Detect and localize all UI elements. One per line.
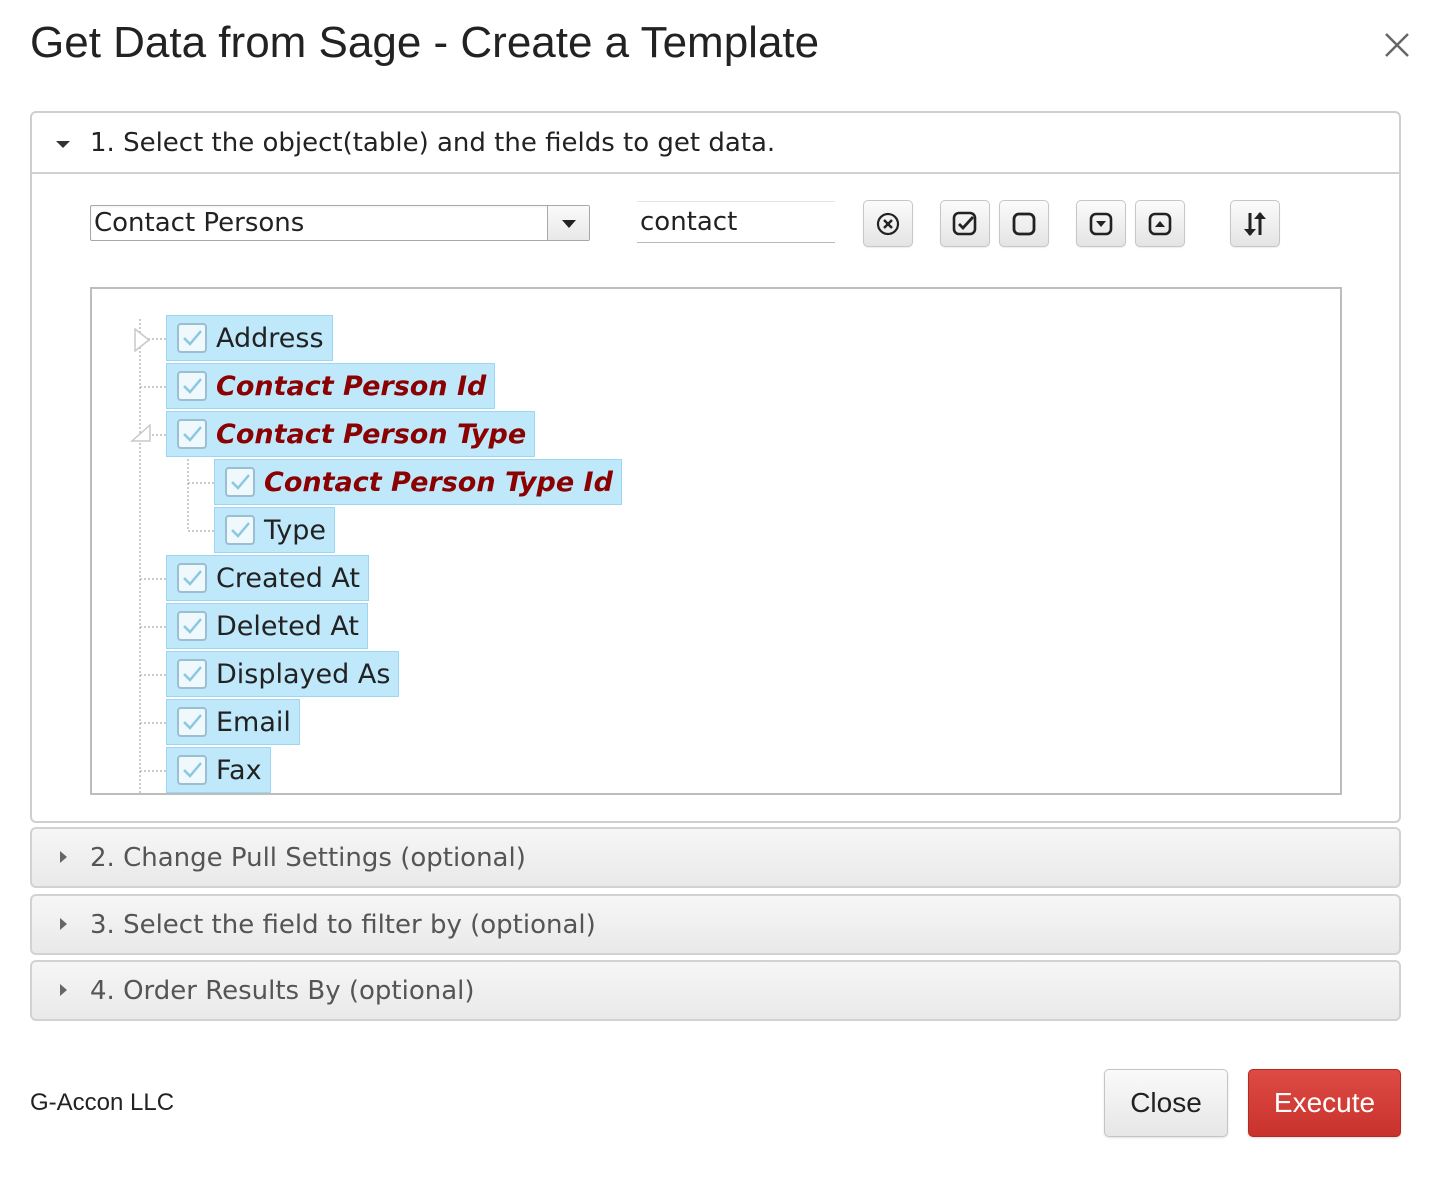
expand-all-icon bbox=[1089, 212, 1113, 235]
section-label: 4. Order Results By (optional) bbox=[90, 976, 475, 1006]
check-all-icon bbox=[952, 211, 977, 235]
checkbox-checked-icon[interactable] bbox=[176, 706, 208, 738]
expanded-arrow-icon bbox=[56, 141, 70, 148]
section-order-results[interactable]: 4. Order Results By (optional) bbox=[30, 960, 1401, 1021]
tree-node-address[interactable]: Address bbox=[166, 315, 333, 361]
collapse-all-icon bbox=[1148, 212, 1172, 235]
chevron-down-icon bbox=[562, 220, 576, 228]
collapsed-arrow-icon bbox=[60, 851, 67, 863]
execute-button[interactable]: Execute bbox=[1248, 1069, 1401, 1137]
checkbox-checked-icon[interactable] bbox=[176, 658, 208, 690]
uncheck-all-button[interactable] bbox=[999, 200, 1049, 247]
object-select-value: Contact Persons bbox=[94, 208, 305, 238]
tree-node-label: Contact Person Type Id bbox=[264, 466, 613, 498]
checkbox-checked-icon[interactable] bbox=[176, 418, 208, 450]
expanded-node-expander-icon bbox=[130, 423, 151, 442]
tree-node-fax[interactable]: Fax bbox=[166, 747, 271, 793]
tree-node-displayed-as[interactable]: Displayed As bbox=[166, 651, 400, 697]
clear-search-button[interactable] bbox=[863, 200, 913, 247]
collapse-all-button[interactable] bbox=[1135, 200, 1185, 247]
checkbox-checked-icon[interactable] bbox=[176, 610, 208, 642]
checkbox-checked-icon[interactable] bbox=[224, 466, 256, 498]
checkbox-checked-icon[interactable] bbox=[176, 322, 208, 354]
tree-node-label: Email bbox=[216, 706, 291, 738]
field-tree[interactable]: Address Contact Person Id Contact Person… bbox=[90, 287, 1342, 795]
dialog-title: Get Data from Sage - Create a Template bbox=[30, 18, 820, 67]
tree-node-label: Type bbox=[264, 514, 327, 546]
sort-button[interactable] bbox=[1230, 200, 1280, 247]
company-name: G-Accon LLC bbox=[30, 1089, 175, 1116]
section-label: 1. Select the object(table) and the fiel… bbox=[90, 128, 776, 158]
collapsed-arrow-icon bbox=[60, 918, 67, 930]
section-label: 3. Select the field to filter by (option… bbox=[90, 910, 596, 940]
tree-node-contact-person-type-id[interactable]: Contact Person Type Id bbox=[214, 459, 622, 505]
tree-node-label: Address bbox=[216, 322, 324, 354]
section-label: 2. Change Pull Settings (optional) bbox=[90, 843, 526, 873]
tree-node-label: Contact Person Type bbox=[216, 418, 527, 450]
checkbox-checked-icon[interactable] bbox=[176, 562, 208, 594]
tree-node-label: Created At bbox=[216, 562, 361, 594]
field-search-input[interactable] bbox=[637, 201, 835, 243]
section-header-select-object[interactable]: 1. Select the object(table) and the fiel… bbox=[32, 113, 1399, 174]
tree-node-created-at[interactable]: Created At bbox=[166, 555, 370, 601]
clear-search-icon bbox=[876, 212, 900, 235]
tree-node-label: Deleted At bbox=[216, 610, 360, 642]
uncheck-all-icon bbox=[1012, 212, 1036, 235]
section-select-object: 1. Select the object(table) and the fiel… bbox=[30, 111, 1401, 823]
checkbox-checked-icon[interactable] bbox=[176, 370, 208, 402]
sort-icon bbox=[1244, 211, 1266, 236]
section-filter-field[interactable]: 3. Select the field to filter by (option… bbox=[30, 894, 1401, 955]
check-all-button[interactable] bbox=[940, 200, 990, 247]
expand-all-button[interactable] bbox=[1076, 200, 1126, 247]
tree-node-email[interactable]: Email bbox=[166, 699, 300, 745]
checkbox-checked-icon[interactable] bbox=[224, 514, 256, 546]
section-pull-settings[interactable]: 2. Change Pull Settings (optional) bbox=[30, 827, 1401, 888]
tree-node-label: Displayed As bbox=[216, 658, 391, 690]
tree-node-deleted-at[interactable]: Deleted At bbox=[166, 603, 369, 649]
tree-node-contact-person-id[interactable]: Contact Person Id bbox=[166, 363, 496, 409]
dropdown-button[interactable] bbox=[547, 206, 589, 240]
collapsed-node-expander-icon bbox=[134, 327, 151, 353]
close-button[interactable]: Close bbox=[1104, 1069, 1228, 1137]
tree-node-label: Contact Person Id bbox=[216, 370, 487, 402]
collapsed-arrow-icon bbox=[60, 984, 67, 996]
tree-node-type[interactable]: Type bbox=[214, 507, 336, 553]
close-icon[interactable] bbox=[1380, 28, 1414, 62]
checkbox-checked-icon[interactable] bbox=[176, 754, 208, 786]
object-select[interactable]: Contact Persons bbox=[90, 205, 590, 241]
tree-node-contact-person-type[interactable]: Contact Person Type bbox=[166, 411, 536, 457]
tree-node-label: Fax bbox=[216, 754, 262, 786]
